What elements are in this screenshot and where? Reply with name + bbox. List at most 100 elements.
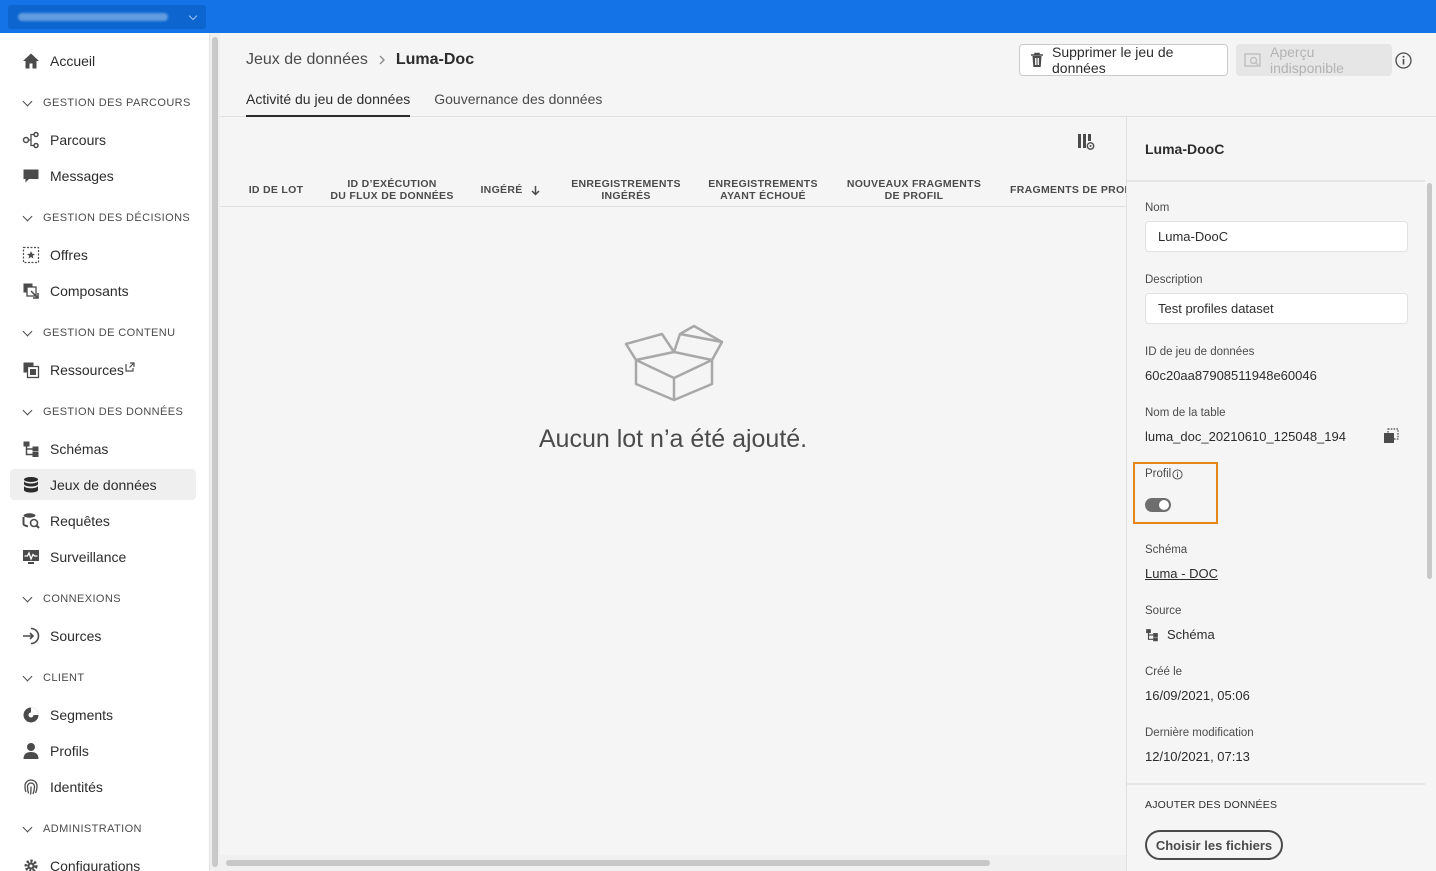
- batch-table-area: ID DE LOT ID D’EXÉCUTION DU FLUX DE DONN…: [220, 117, 1126, 871]
- sidebar-section-connections[interactable]: CONNEXIONS: [10, 588, 196, 610]
- org-switcher[interactable]: [8, 5, 206, 29]
- monitoring-icon: [22, 548, 40, 566]
- sidebar-item-label: Composants: [50, 282, 129, 299]
- sidebar-item-sources[interactable]: Sources: [10, 620, 196, 651]
- description-label: Description: [1145, 274, 1203, 286]
- chevron-down-icon: [22, 405, 33, 415]
- chevron-down-icon: [22, 96, 33, 106]
- column-ingested[interactable]: INGÉRÉ: [472, 173, 548, 207]
- sidebar-section-data[interactable]: GESTION DES DONNÉES: [10, 401, 196, 423]
- sidebar-item-label: Ressources: [50, 361, 124, 378]
- sidebar-item-assets[interactable]: Ressources: [10, 354, 196, 385]
- sidebar-item-monitoring[interactable]: Surveillance: [10, 541, 196, 572]
- sidebar-item-segments[interactable]: Segments: [10, 699, 196, 730]
- column-label: ENREGISTREMENTS: [571, 178, 681, 190]
- sidebar-section-admin[interactable]: ADMINISTRATION: [10, 818, 196, 840]
- gear-icon: [22, 857, 40, 871]
- horizontal-scrollbar[interactable]: [220, 855, 1126, 871]
- info-icon[interactable]: [1394, 51, 1412, 69]
- copy-icon[interactable]: [1383, 428, 1399, 449]
- tab-governance[interactable]: Gouvernance des données: [434, 91, 602, 117]
- column-profile-fragments[interactable]: FRAGMENTS DE PROF: [1010, 173, 1126, 207]
- schema-link[interactable]: Luma - DOC: [1145, 566, 1218, 581]
- column-label: NOUVEAUX FRAGMENTS: [846, 178, 982, 190]
- column-batch-id[interactable]: ID DE LOT: [240, 173, 312, 207]
- sidebar-scrollbar[interactable]: [210, 33, 220, 871]
- sidebar-section-journeys[interactable]: GESTION DES PARCOURS: [10, 92, 196, 114]
- chevron-down-icon: [22, 326, 33, 336]
- name-field[interactable]: Luma-DooC: [1145, 221, 1408, 252]
- modified-value: 12/10/2021, 07:13: [1145, 749, 1250, 764]
- sidebar-item-schemas[interactable]: Schémas: [10, 433, 196, 464]
- sidebar-item-components[interactable]: Composants: [10, 275, 196, 306]
- column-records-failed[interactable]: ENREGISTREMENTS AYANT ÉCHOUÉ: [703, 173, 823, 207]
- sort-descending-icon: [531, 185, 540, 196]
- source-value: Schéma: [1167, 627, 1215, 642]
- preview-label: Aperçu indisponible: [1270, 44, 1344, 76]
- sidebar-item-identities[interactable]: Identités: [10, 771, 196, 802]
- name-label: Nom: [1145, 202, 1170, 214]
- sidebar-item-journeys[interactable]: Parcours: [10, 124, 196, 155]
- delete-dataset-label: Supprimer le jeu de données: [1052, 44, 1174, 76]
- sidebar-section-content[interactable]: GESTION DE CONTENU: [10, 322, 196, 344]
- sidebar-item-messages[interactable]: Messages: [10, 160, 196, 191]
- column-label: DU FLUX DE DONNÉES: [330, 190, 454, 202]
- sidebar-item-offers[interactable]: Offres: [10, 239, 196, 270]
- chevron-down-icon: [22, 822, 33, 832]
- org-name-redacted: [18, 13, 168, 21]
- sidebar-item-datasets[interactable]: Jeux de données: [10, 469, 196, 500]
- sources-icon: [22, 627, 40, 645]
- modified-label: Dernière modification: [1145, 727, 1254, 739]
- sidebar-item-queries[interactable]: Requêtes: [10, 505, 196, 536]
- empty-state-message: Aucun lot n’a été ajouté.: [538, 425, 808, 453]
- choose-files-button[interactable]: Choisir les fichiers: [1145, 830, 1283, 860]
- sidebar-section-label: GESTION DES DONNÉES: [43, 406, 184, 418]
- chevron-right-icon: [378, 52, 386, 68]
- tab-list: Activité du jeu de données Gouvernance d…: [246, 91, 626, 117]
- sidebar-section-customer[interactable]: CLIENT: [10, 667, 196, 689]
- table-name-value: luma_doc_20210610_125048_194: [1145, 429, 1346, 444]
- column-records-ingested[interactable]: ENREGISTREMENTS INGÉRÉS: [566, 173, 686, 207]
- column-label: DE PROFIL: [884, 190, 944, 202]
- info-icon[interactable]: [1172, 468, 1183, 480]
- column-label: ID DE LOT: [248, 184, 304, 196]
- journey-icon: [22, 131, 40, 149]
- sidebar-item-label: Identités: [50, 778, 103, 795]
- dataset-id-value: 60c20aa87908511948e60046: [1145, 368, 1317, 383]
- column-flow-run-id[interactable]: ID D’EXÉCUTION DU FLUX DE DONNÉES: [328, 173, 456, 207]
- message-icon: [22, 167, 40, 185]
- sidebar-section-label: CONNEXIONS: [43, 593, 121, 605]
- column-settings-icon[interactable]: [1077, 133, 1095, 156]
- sidebar-section-label: CLIENT: [43, 672, 85, 684]
- delete-dataset-button[interactable]: Supprimer le jeu de données: [1019, 44, 1228, 76]
- breadcrumb: Jeux de données Luma-Doc: [246, 51, 474, 69]
- profile-toggle[interactable]: [1145, 498, 1171, 512]
- table-header: ID DE LOT ID D’EXÉCUTION DU FLUX DE DONN…: [220, 173, 1126, 207]
- profile-label: Profil: [1145, 468, 1172, 480]
- sidebar-item-home[interactable]: Accueil: [10, 45, 196, 76]
- description-field[interactable]: Test profiles dataset: [1145, 293, 1408, 324]
- profile-label-row: Profil: [1145, 468, 1183, 480]
- column-new-profile-fragments[interactable]: NOUVEAUX FRAGMENTS DE PROFIL: [840, 173, 988, 207]
- created-value: 16/09/2021, 05:06: [1145, 688, 1250, 703]
- chevron-down-icon: [22, 211, 33, 221]
- column-label: INGÉRÉ: [480, 184, 523, 196]
- page-header: Jeux de données Luma-Doc Supprimer le je…: [220, 33, 1436, 117]
- tab-activity[interactable]: Activité du jeu de données: [246, 91, 411, 117]
- trash-icon: [1030, 52, 1044, 68]
- sidebar-section-decisions[interactable]: GESTION DES DÉCISIONS: [10, 207, 196, 229]
- sidebar-item-label: Configurations: [50, 857, 141, 871]
- sidebar-item-configurations[interactable]: Configurations: [10, 850, 196, 871]
- breadcrumb-parent[interactable]: Jeux de données: [246, 51, 368, 69]
- sidebar-item-label: Requêtes: [50, 512, 110, 529]
- sidebar-item-label: Segments: [50, 706, 114, 723]
- chevron-down-icon: [22, 671, 33, 681]
- created-label: Créé le: [1145, 666, 1183, 678]
- column-label: FRAGMENTS DE PROF: [1010, 184, 1126, 196]
- sidebar-item-label: Messages: [50, 167, 114, 184]
- panel-scrollbar[interactable]: [1424, 183, 1434, 871]
- chevron-down-icon: [22, 592, 33, 602]
- preview-icon: [1244, 52, 1262, 68]
- panel-title: Luma-DooC: [1145, 141, 1225, 157]
- sidebar-item-profiles[interactable]: Profils: [10, 735, 196, 766]
